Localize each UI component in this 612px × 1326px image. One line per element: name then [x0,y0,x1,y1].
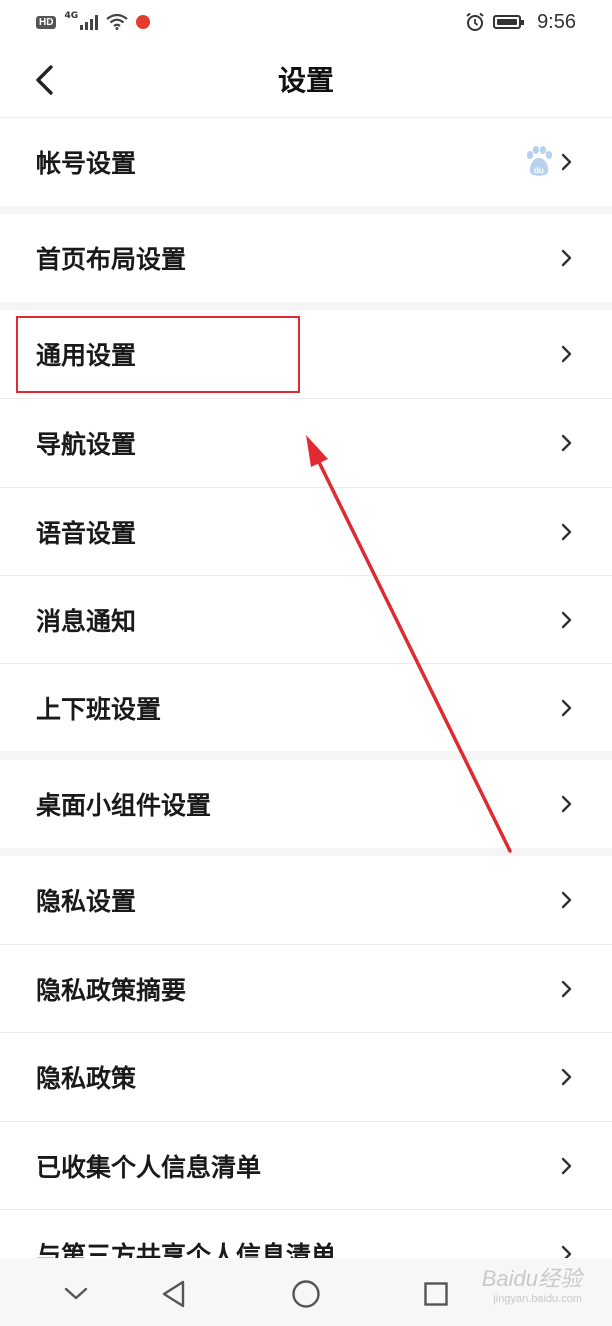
nav-home-button[interactable] [288,1276,324,1312]
settings-item-label: 隐私设置 [36,887,137,916]
settings-item-label: 导航设置 [36,430,137,459]
chevron-right-icon [561,611,572,628]
4g-signal-icon [80,14,99,30]
settings-item-label: 隐私政策摘要 [36,975,187,1005]
status-left: HD 4G [36,11,151,30]
settings-item-privacy-policy[interactable]: 隐私政策 [0,1033,612,1121]
home-circle-icon [292,1280,320,1308]
settings-item-home-layout[interactable]: 首页布局设置 [0,214,612,302]
settings-item-label: 隐私政策 [36,1064,137,1093]
chevron-right-icon [561,345,572,363]
header-bar: 设置 [0,44,612,118]
chevron-right-icon [561,1068,572,1086]
settings-item-label: 已收集个人信息清单 [36,1152,262,1182]
settings-item-label: 桌面小组件设置 [36,791,212,820]
chevron-right-icon [561,153,572,171]
settings-item-collected-info[interactable]: 已收集个人信息清单 [0,1122,612,1209]
settings-item-label: 消息通知 [36,606,137,636]
recents-square-icon [424,1282,448,1306]
settings-item-third-party-info[interactable]: 与第三方共享个人信息清单 [0,1210,612,1258]
hide-keyboard-button[interactable] [58,1276,94,1312]
battery-icon [493,15,525,29]
chevron-right-icon [561,795,572,813]
settings-item-voice[interactable]: 语音设置 [0,488,612,575]
chevron-right-icon [561,980,572,997]
settings-item-account[interactable]: 帐号设置 du [0,118,612,206]
chevron-right-icon [561,249,572,267]
settings-item-navigation[interactable]: 导航设置 [0,399,612,487]
status-bar: HD 4G 9:56 [0,0,612,44]
settings-item-privacy[interactable]: 隐私设置 [0,856,612,944]
settings-item-notifications[interactable]: 消息通知 [0,576,612,663]
settings-item-privacy-summary[interactable]: 隐私政策摘要 [0,945,612,1032]
chevron-right-icon [561,523,572,540]
settings-item-label: 通用设置 [36,341,137,370]
app-notification-icon [136,15,151,29]
page-title: 设置 [277,64,334,97]
settings-item-commute[interactable]: 上下班设置 [0,664,612,751]
watermark-sub: jingyan.baidu.com [493,1293,582,1305]
watermark: Baidu经验 jingyan.baidu.com [482,1268,582,1305]
settings-item-label: 帐号设置 [36,149,137,178]
chevron-right-icon [561,434,572,452]
back-triangle-icon [162,1280,185,1308]
settings-item-label: 上下班设置 [36,694,162,724]
svg-text:du: du [534,166,544,175]
wifi-icon [106,14,128,30]
alarm-icon [466,12,484,31]
chevron-right-icon [561,1245,572,1258]
status-right: 9:56 [465,11,576,34]
nav-recents-button[interactable] [418,1276,454,1312]
baidu-paw-icon: du [526,146,553,176]
settings-item-desktop-widget[interactable]: 桌面小组件设置 [0,760,612,848]
settings-item-label: 语音设置 [36,518,137,548]
clock-time: 9:56 [537,10,576,33]
settings-item-general[interactable]: 通用设置 [0,310,612,398]
chevron-right-icon [561,1157,572,1174]
hd-badge: HD [36,15,57,29]
settings-item-label: 与第三方共享个人信息清单 [36,1241,337,1258]
chevron-down-icon [64,1287,88,1300]
chevron-right-icon [561,699,572,716]
watermark-text: Baidu经验 [481,1266,582,1291]
nav-back-button[interactable] [156,1276,192,1312]
settings-item-label: 首页布局设置 [36,245,187,274]
chevron-right-icon [561,891,572,909]
network-type-label: 4G [64,11,79,21]
